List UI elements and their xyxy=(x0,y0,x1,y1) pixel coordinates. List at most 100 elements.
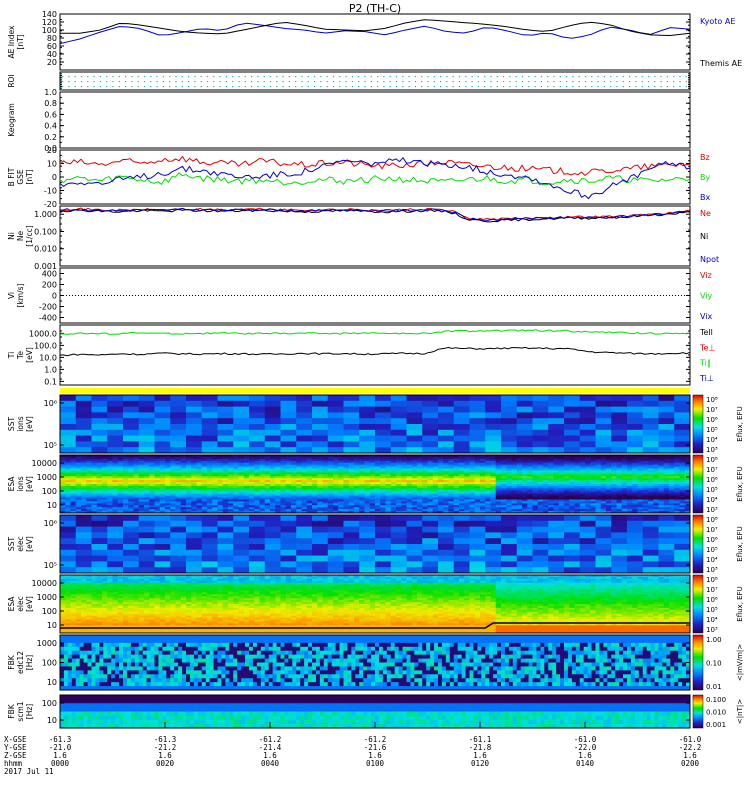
roi-dot xyxy=(225,86,227,88)
spectro-cell xyxy=(296,515,313,522)
spectro-cell xyxy=(469,412,486,419)
spectro-cell xyxy=(75,395,92,402)
spectro-cell xyxy=(123,538,140,545)
roi-dot xyxy=(685,76,687,78)
spectro-cell xyxy=(138,447,155,454)
spectro-cell xyxy=(375,567,392,574)
spectro-cell xyxy=(249,567,266,574)
spectro-cell xyxy=(532,561,549,568)
spectro-cell xyxy=(233,538,250,545)
spectro-cell xyxy=(138,412,155,419)
spectro-cell xyxy=(343,538,360,545)
spectro-cell xyxy=(548,532,565,539)
spectro-cell xyxy=(359,406,376,413)
spectro-cell xyxy=(469,515,486,522)
roi-dot xyxy=(421,86,423,88)
spectro-cell xyxy=(123,526,140,533)
spectro-cell xyxy=(123,418,140,425)
spectro-cell xyxy=(233,567,250,574)
spectro-cell xyxy=(406,447,423,454)
y-tick-label: 100.0 xyxy=(34,341,57,350)
spectro-cell xyxy=(564,447,581,454)
y-tick-label: 0.2 xyxy=(44,133,57,142)
spectro-cell xyxy=(532,395,549,402)
roi-dot xyxy=(603,81,605,83)
spectro-cell xyxy=(501,555,518,562)
spectro-cell xyxy=(390,424,407,431)
spectro-cell xyxy=(75,447,92,454)
spectro-cell xyxy=(343,567,360,574)
y-tick-label: 120 xyxy=(42,18,57,27)
spectro-cell xyxy=(658,412,675,419)
spectro-cell xyxy=(249,555,266,562)
spectro-cell xyxy=(343,406,360,413)
spectro-cell xyxy=(611,435,628,442)
spectro-cell xyxy=(548,395,565,402)
spectro-cell xyxy=(154,544,171,551)
spectro-cell xyxy=(532,549,549,556)
spectro-cell xyxy=(154,561,171,568)
spectro-cell xyxy=(595,561,612,568)
roi-dot xyxy=(143,76,146,78)
spectro-cell xyxy=(60,418,77,425)
spectro-cell xyxy=(280,406,297,413)
spectro-cell xyxy=(516,555,533,562)
colorbar xyxy=(692,454,704,514)
spectro-cell xyxy=(249,429,266,436)
spectro-cell xyxy=(390,567,407,574)
spectro-cell xyxy=(595,532,612,539)
roi-dot xyxy=(572,86,574,88)
roi-dot xyxy=(377,76,379,78)
spectro-cell xyxy=(343,435,360,442)
spectro-cell xyxy=(296,412,313,419)
y-axis-label: [nT] xyxy=(16,34,25,49)
panel-esa_i: 10000100010010ESA ions [eV]10⁸10⁷10⁶10⁵10⁴… xyxy=(7,454,744,514)
spectro-cell xyxy=(501,538,518,545)
roi-dot xyxy=(301,76,303,78)
legend-label: Ne xyxy=(700,209,711,218)
spectro-cell xyxy=(296,429,313,436)
spectro-cell xyxy=(579,532,596,539)
spectro-cell xyxy=(658,435,675,442)
spectro-cell xyxy=(516,424,533,431)
spectro-cell xyxy=(595,429,612,436)
roi-dot xyxy=(276,86,278,88)
spectro-cell xyxy=(674,447,691,454)
spectro-cell xyxy=(501,567,518,574)
spectro-cell xyxy=(485,412,502,419)
spectro-cell xyxy=(91,567,108,574)
spectro-cell xyxy=(123,549,140,556)
spectro-cell xyxy=(516,406,533,413)
spectro-cell xyxy=(201,538,218,545)
spectro-cell xyxy=(186,441,203,448)
spectro-cell xyxy=(201,520,218,527)
y-axis-label: Vi xyxy=(7,292,16,299)
roi-dot xyxy=(150,76,152,78)
spectro-cell xyxy=(579,418,596,425)
roi-dot xyxy=(301,86,303,88)
roi-dot xyxy=(566,81,568,83)
spectro-cell xyxy=(60,435,77,442)
spectro-cell xyxy=(60,447,77,454)
spectro-cell xyxy=(627,567,644,574)
spectro-cell xyxy=(595,544,612,551)
spectro-cell xyxy=(75,429,92,436)
spectro-cell xyxy=(217,424,234,431)
spectro-cell xyxy=(642,515,659,522)
roi-dot xyxy=(641,86,643,88)
spectro-cell xyxy=(359,418,376,425)
roi-dot xyxy=(99,81,101,83)
spectro-cell xyxy=(123,395,140,402)
roi-dot xyxy=(370,76,372,78)
spectro-cell xyxy=(343,429,360,436)
spectro-cell xyxy=(658,424,675,431)
spectro-cell xyxy=(375,412,392,419)
spectro-cell xyxy=(453,441,470,448)
spectro-cell xyxy=(548,400,565,407)
spectro-cell xyxy=(312,395,329,402)
roi-dot xyxy=(244,86,246,88)
roi-dot xyxy=(647,76,650,78)
roi-dot xyxy=(118,81,120,83)
spectro-cell xyxy=(390,532,407,539)
spectro-cell xyxy=(375,544,392,551)
